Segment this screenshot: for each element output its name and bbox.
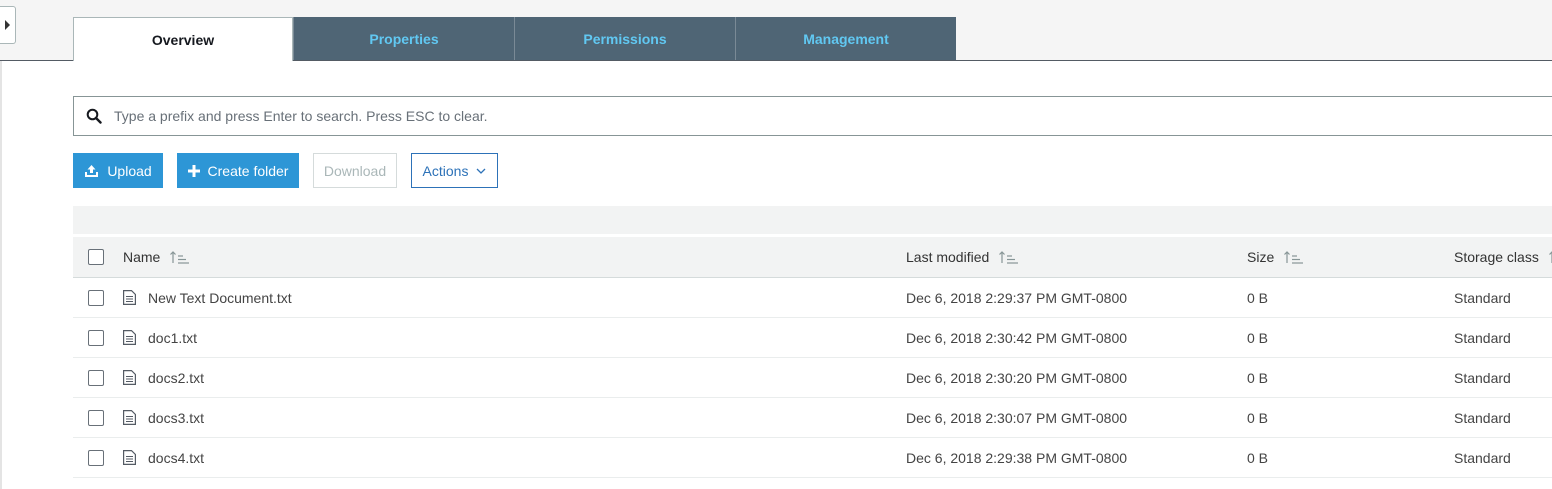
file-icon [123, 370, 136, 385]
sort-icon[interactable] [1284, 250, 1304, 264]
table-row: doc1.txt Dec 6, 2018 2:30:42 PM GMT-0800… [73, 318, 1552, 358]
object-name-link[interactable]: New Text Document.txt [148, 290, 292, 306]
object-name-link[interactable]: docs3.txt [148, 410, 204, 426]
table-row: New Text Document.txt Dec 6, 2018 2:29:3… [73, 278, 1552, 318]
last-modified-cell: Dec 6, 2018 2:30:20 PM GMT-0800 [906, 369, 1128, 386]
tab-overview[interactable]: Overview [73, 17, 293, 61]
table-row: docs2.txt Dec 6, 2018 2:30:20 PM GMT-080… [73, 358, 1552, 398]
storage-class-cell: Standard [1454, 409, 1511, 426]
search-icon [74, 97, 114, 135]
file-icon [123, 290, 136, 305]
column-header-last-modified[interactable]: Last modified [906, 249, 989, 265]
size-cell: 0 B [1247, 369, 1269, 386]
storage-class-cell: Standard [1454, 289, 1511, 306]
tab-bar: Overview Properties Permissions Manageme… [73, 17, 956, 61]
search-input[interactable] [114, 98, 1552, 134]
sort-icon[interactable] [170, 250, 190, 264]
caret-right-icon [5, 20, 10, 30]
file-icon [123, 410, 136, 425]
size-cell: 0 B [1247, 409, 1269, 426]
table-header-row: Name Last modified Size Storage class [73, 237, 1552, 278]
objects-table: Name Last modified Size Storage class Ne… [73, 237, 1552, 478]
row-checkbox[interactable] [88, 449, 104, 466]
upload-button-label: Upload [107, 162, 152, 179]
column-header-storage-class[interactable]: Storage class [1454, 249, 1539, 265]
tab-management[interactable]: Management [735, 17, 956, 60]
column-header-name[interactable]: Name [123, 249, 160, 265]
table-row: docs4.txt Dec 6, 2018 2:29:38 PM GMT-080… [73, 438, 1552, 478]
size-cell: 0 B [1247, 289, 1269, 306]
download-button[interactable]: Download [313, 153, 397, 188]
table-top-strip [73, 206, 1552, 234]
object-name-link[interactable]: docs2.txt [148, 370, 204, 386]
create-folder-button-label: Create folder [207, 162, 289, 179]
select-all-checkbox[interactable] [88, 249, 104, 265]
storage-class-cell: Standard [1454, 449, 1511, 466]
row-checkbox[interactable] [88, 329, 104, 346]
actions-dropdown-button[interactable]: Actions [411, 153, 498, 188]
sidebar-toggle-button[interactable] [0, 6, 16, 44]
create-folder-button[interactable]: Create folder [177, 153, 299, 188]
row-checkbox[interactable] [88, 369, 104, 386]
object-name-link[interactable]: docs4.txt [148, 450, 204, 466]
row-checkbox[interactable] [88, 289, 104, 306]
last-modified-cell: Dec 6, 2018 2:30:42 PM GMT-0800 [906, 329, 1128, 346]
storage-class-cell: Standard [1454, 329, 1511, 346]
upload-button[interactable]: Upload [73, 153, 163, 188]
row-checkbox[interactable] [88, 409, 104, 426]
tab-permissions[interactable]: Permissions [514, 17, 735, 60]
last-modified-cell: Dec 6, 2018 2:30:07 PM GMT-0800 [906, 409, 1128, 426]
size-cell: 0 B [1247, 329, 1269, 346]
actions-button-label: Actions [422, 162, 469, 179]
size-cell: 0 B [1247, 449, 1269, 466]
last-modified-cell: Dec 6, 2018 2:29:37 PM GMT-0800 [906, 289, 1128, 306]
left-rail [0, 61, 2, 489]
search-box [73, 96, 1552, 136]
file-icon [123, 450, 136, 465]
storage-class-cell: Standard [1454, 369, 1511, 386]
upload-icon [84, 164, 99, 178]
table-row: docs3.txt Dec 6, 2018 2:30:07 PM GMT-080… [73, 398, 1552, 438]
column-header-size[interactable]: Size [1247, 249, 1274, 265]
sort-icon[interactable] [999, 250, 1019, 264]
chevron-down-icon [476, 168, 486, 174]
object-name-link[interactable]: doc1.txt [148, 330, 197, 346]
plus-icon [187, 164, 200, 177]
last-modified-cell: Dec 6, 2018 2:29:38 PM GMT-0800 [906, 449, 1128, 466]
tab-properties[interactable]: Properties [293, 17, 514, 60]
file-icon [123, 330, 136, 345]
